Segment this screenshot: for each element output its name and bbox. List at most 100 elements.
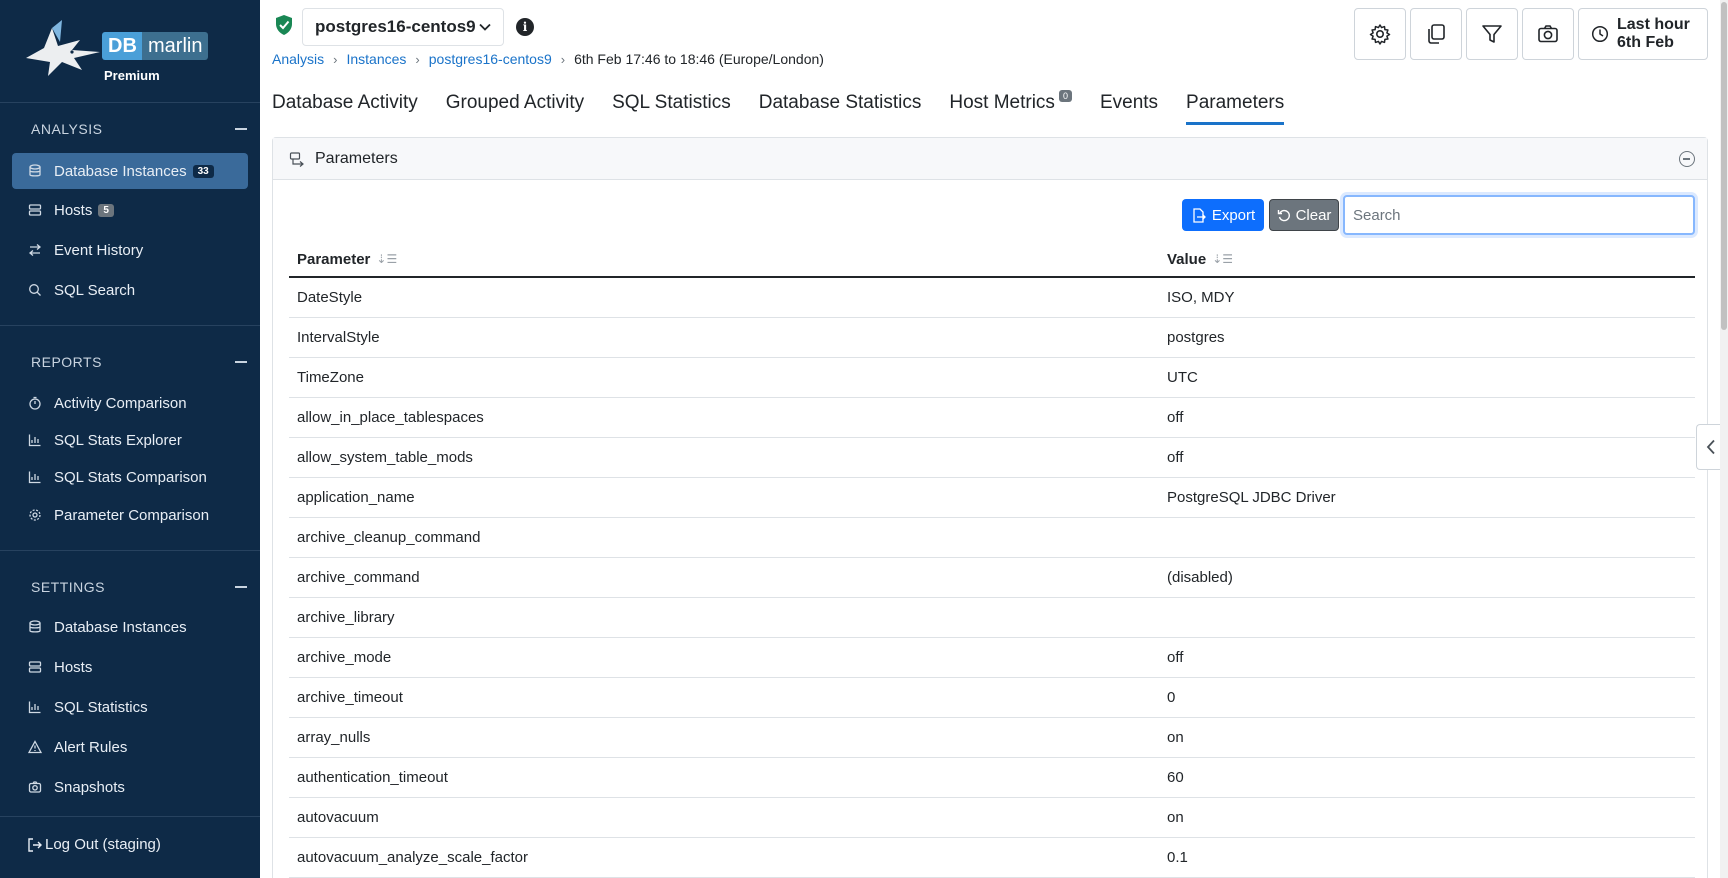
export-button[interactable]: Export [1182, 199, 1264, 231]
parameter-name-cell: archive_command [297, 569, 420, 586]
sidebar-item-sql-stats-comparison[interactable]: SQL Stats Comparison [12, 459, 248, 495]
sidebar-item-sql-stats-explorer[interactable]: SQL Stats Explorer [12, 422, 248, 458]
table-row[interactable]: archive_timeout 0 [289, 678, 1695, 718]
panel-title: Parameters [315, 149, 398, 167]
sidebar-item-settings-hosts[interactable]: Hosts [12, 649, 248, 685]
sidebar-item-snapshots[interactable]: Snapshots [12, 769, 248, 805]
sidebar-item-label: Event History [54, 241, 144, 259]
time-range-button[interactable]: Last hour 6th Feb [1578, 8, 1708, 60]
table-row[interactable]: archive_command (disabled) [289, 558, 1695, 598]
server-icon [28, 660, 42, 674]
chevron-left-icon [1706, 439, 1715, 455]
table-row[interactable]: authentication_timeout 60 [289, 758, 1695, 798]
settings-button[interactable] [1354, 8, 1406, 60]
table-row[interactable]: application_name PostgreSQL JDBC Driver [289, 478, 1695, 518]
info-icon[interactable]: i [516, 18, 534, 36]
table-row[interactable]: DateStyle ISO, MDY [289, 278, 1695, 318]
breadcrumb-instance[interactable]: postgres16-centos9 [429, 51, 552, 67]
sidebar-item-label: Database Instances [54, 618, 187, 636]
sidebar-item-label: Snapshots [54, 778, 125, 796]
tab-database-activity[interactable]: Database Activity [272, 92, 418, 125]
table-row[interactable]: allow_in_place_tablespaces off [289, 398, 1695, 438]
tab-database-statistics[interactable]: Database Statistics [759, 92, 922, 125]
logo-db-text: DB [102, 32, 143, 60]
parameter-name-cell: authentication_timeout [297, 769, 448, 786]
copy-icon [1428, 24, 1445, 44]
snapshot-button[interactable] [1522, 8, 1574, 60]
table-row[interactable]: autovacuum on [289, 798, 1695, 838]
parameter-name-cell: archive_mode [297, 649, 392, 666]
parameter-name-cell: application_name [297, 489, 415, 506]
sidebar-divider [0, 325, 260, 326]
sidebar-item-parameter-comparison[interactable]: Parameter Comparison [12, 497, 248, 533]
camera-icon [28, 780, 42, 794]
tab-parameters[interactable]: Parameters [1186, 92, 1285, 125]
table-row[interactable]: archive_mode off [289, 638, 1695, 678]
tier-label: Premium [104, 68, 160, 83]
section-reports-title: REPORTS [31, 354, 102, 370]
dbmarlin-logo[interactable]: DB marlin Premium [22, 14, 222, 84]
copy-button[interactable] [1410, 8, 1462, 60]
sidebar-item-settings-sql-statistics[interactable]: SQL Statistics [12, 689, 248, 725]
parameter-name-cell: allow_system_table_mods [297, 449, 473, 466]
column-header-parameter[interactable]: Parameter ⇣☰ [289, 251, 1159, 268]
breadcrumb-analysis[interactable]: Analysis [272, 51, 324, 67]
tab-events[interactable]: Events [1100, 92, 1158, 125]
sidebar-item-settings-database-instances[interactable]: Database Instances [12, 609, 248, 645]
parameter-value-cell: 60 [1167, 769, 1184, 786]
clear-button[interactable]: Clear [1269, 199, 1339, 231]
sidebar-item-sql-search[interactable]: SQL Search [12, 272, 248, 308]
file-export-icon [1193, 207, 1206, 223]
sidebar-item-event-history[interactable]: Event History [12, 232, 248, 268]
bar-chart-icon [28, 470, 42, 484]
section-analysis[interactable]: ANALYSIS [31, 121, 247, 137]
stopwatch-icon [28, 396, 42, 410]
sidebar-item-alert-rules[interactable]: Alert Rules [12, 729, 248, 765]
clear-label: Clear [1295, 206, 1332, 224]
table-header: Parameter ⇣☰ Value ⇣☰ [289, 242, 1695, 278]
sidebar-item-database-instances[interactable]: Database Instances 33 [12, 153, 248, 189]
collapse-panel-icon[interactable] [1679, 151, 1695, 167]
section-settings[interactable]: SETTINGS [31, 579, 247, 595]
database-icon [28, 164, 42, 178]
sort-icon[interactable]: ⇣☰ [376, 252, 397, 266]
collapse-icon[interactable] [235, 128, 247, 130]
table-row[interactable]: archive_library [289, 598, 1695, 638]
parameter-name-cell: DateStyle [297, 289, 363, 306]
bar-chart-icon [28, 700, 42, 714]
search-icon [28, 283, 42, 297]
table-row[interactable]: archive_cleanup_command [289, 518, 1695, 558]
filter-button[interactable] [1466, 8, 1518, 60]
table-row[interactable]: array_nulls on [289, 718, 1695, 758]
sidebar-item-label: Hosts [54, 658, 93, 676]
sidebar-item-label: Hosts [54, 201, 93, 219]
sidebar: DB marlin Premium ANALYSIS Database Inst… [0, 0, 260, 878]
scrollbar-thumb[interactable] [1721, 2, 1727, 330]
section-reports[interactable]: REPORTS [31, 354, 247, 370]
tab-grouped-activity[interactable]: Grouped Activity [446, 92, 584, 125]
parameter-value-cell: off [1167, 409, 1184, 426]
parameter-value-cell: off [1167, 449, 1184, 466]
parameter-name-cell: TimeZone [297, 369, 364, 386]
parameter-name-cell: array_nulls [297, 729, 371, 746]
breadcrumb-instances[interactable]: Instances [346, 51, 406, 67]
logout-link[interactable]: Log Out (staging) [27, 836, 161, 853]
column-header-value[interactable]: Value ⇣☰ [1159, 251, 1695, 268]
sort-icon[interactable]: ⇣☰ [1212, 252, 1233, 266]
table-row[interactable]: autovacuum_analyze_scale_factor 0.1 [289, 838, 1695, 878]
undo-icon [1277, 209, 1290, 222]
table-row[interactable]: TimeZone UTC [289, 358, 1695, 398]
sidebar-item-hosts[interactable]: Hosts 5 [12, 192, 248, 228]
table-row[interactable]: IntervalStyle postgres [289, 318, 1695, 358]
collapse-icon[interactable] [235, 361, 247, 363]
sidebar-item-activity-comparison[interactable]: Activity Comparison [12, 385, 248, 421]
arrows-exchange-icon [28, 243, 42, 257]
collapse-icon[interactable] [235, 586, 247, 588]
parameter-value-cell: (disabled) [1167, 569, 1233, 586]
tab-sql-statistics[interactable]: SQL Statistics [612, 92, 731, 125]
search-input[interactable] [1343, 195, 1695, 235]
tab-host-metrics[interactable]: Host Metrics 0 [949, 90, 1072, 125]
instance-select[interactable]: postgres16-centos9 [302, 8, 504, 46]
table-row[interactable]: allow_system_table_mods off [289, 438, 1695, 478]
tab-host-metrics-label: Host Metrics [949, 92, 1055, 113]
